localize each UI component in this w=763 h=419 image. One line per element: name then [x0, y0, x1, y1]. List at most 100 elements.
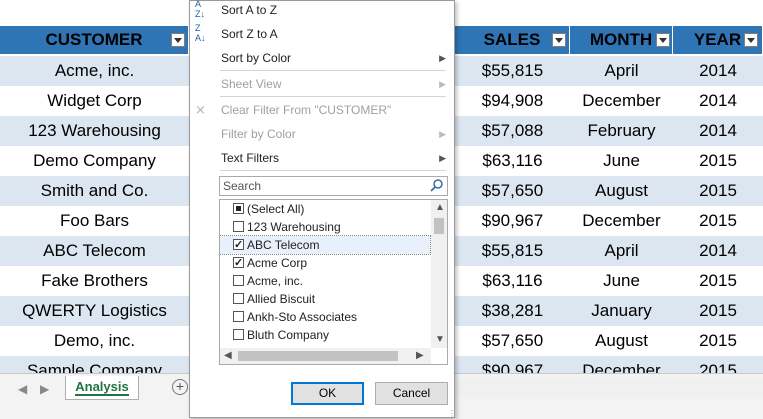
sales-cell[interactable]: $94,908 — [455, 86, 570, 116]
sheet-tab-label: Analysis — [75, 379, 129, 396]
sheet-tab-analysis[interactable]: Analysis — [65, 376, 139, 400]
header-customer-label: CUSTOMER — [45, 30, 143, 49]
year-cell[interactable]: 2015 — [673, 176, 763, 206]
year-cell[interactable]: 2015 — [673, 326, 763, 356]
sheet-view-item: Sheet View ▶ — [190, 72, 454, 96]
list-item[interactable]: Acme, inc. — [220, 272, 430, 290]
checkbox[interactable] — [233, 275, 244, 286]
year-cell[interactable]: 2014 — [673, 56, 763, 86]
search-input[interactable]: Search — [219, 176, 448, 196]
resize-grip-icon[interactable]: ⋮ — [448, 409, 456, 418]
year-cell[interactable]: 2015 — [673, 266, 763, 296]
customer-cell[interactable]: Foo Bars — [0, 206, 189, 236]
year-cell[interactable]: 2015 — [673, 206, 763, 236]
select-all-checkbox[interactable] — [233, 203, 244, 214]
list-item[interactable]: Bluth Company — [220, 326, 430, 344]
sales-cell[interactable]: $90,967 — [455, 206, 570, 236]
sales-cell[interactable]: $38,281 — [455, 296, 570, 326]
customer-cell[interactable]: Smith and Co. — [0, 176, 189, 206]
list-item[interactable]: (Select All) — [220, 200, 430, 218]
month-cell[interactable]: December — [570, 206, 673, 236]
month-cell[interactable]: December — [570, 356, 673, 373]
checkbox[interactable] — [233, 329, 244, 340]
ok-button[interactable]: OK — [291, 382, 364, 405]
sheet-view-label: Sheet View — [221, 77, 282, 91]
year-cell[interactable]: 2014 — [673, 86, 763, 116]
filter-dropdown-customer[interactable] — [171, 33, 185, 47]
checkbox[interactable] — [233, 311, 244, 322]
scroll-left-icon[interactable]: ◀ — [224, 350, 232, 361]
sales-cell[interactable]: $55,815 — [455, 56, 570, 86]
month-cell[interactable]: June — [570, 146, 673, 176]
filter-dropdown-sales[interactable] — [552, 33, 566, 47]
checkbox[interactable] — [233, 221, 244, 232]
customer-cell[interactable]: Demo, inc. — [0, 326, 189, 356]
month-cell[interactable]: January — [570, 296, 673, 326]
checkbox[interactable] — [233, 254, 244, 272]
submenu-arrow-icon: ▶ — [439, 53, 446, 63]
year-cell[interactable]: 2014 — [673, 116, 763, 146]
list-item[interactable]: ABC Telecom — [220, 235, 431, 255]
customer-cell[interactable]: Acme, inc. — [0, 56, 189, 86]
month-cell[interactable]: August — [570, 326, 673, 356]
horizontal-scrollbar[interactable] — [455, 379, 763, 397]
filter-dropdown-year[interactable] — [744, 33, 758, 47]
header-year-label: YEAR — [693, 30, 742, 49]
year-cell[interactable]: 2015 — [673, 296, 763, 326]
sort-a-to-z-item[interactable]: A Z↓ Sort A to Z — [190, 0, 454, 22]
scroll-up-icon[interactable]: ▲ — [435, 202, 445, 213]
sales-cell[interactable]: $57,088 — [455, 116, 570, 146]
tab-scroll-left-icon[interactable]: ◀ — [18, 382, 27, 396]
customer-cell[interactable]: Widget Corp — [0, 86, 189, 116]
submenu-arrow-icon: ▶ — [439, 79, 446, 89]
list-item[interactable]: Acme Corp — [220, 254, 430, 272]
filter-by-color-label: Filter by Color — [221, 127, 296, 141]
customer-cell[interactable]: 123 Warehousing — [0, 116, 189, 146]
month-cell[interactable]: April — [570, 56, 673, 86]
customer-cell[interactable]: Demo Company — [0, 146, 189, 176]
sort-by-color-label: Sort by Color — [221, 51, 292, 65]
sales-cell[interactable]: $63,116 — [455, 146, 570, 176]
year-cell[interactable]: 2015 — [673, 356, 763, 373]
plus-circle-icon[interactable]: + — [172, 379, 188, 395]
cancel-button[interactable]: Cancel — [375, 382, 448, 405]
customer-cell[interactable]: QWERTY Logistics — [0, 296, 189, 326]
list-item-label: Allied Biscuit — [247, 292, 316, 306]
checkbox[interactable] — [233, 293, 244, 304]
sort-by-color-item[interactable]: Sort by Color ▶ — [190, 46, 454, 70]
sales-cell[interactable]: $55,815 — [455, 236, 570, 266]
customer-cell[interactable]: Sample Company — [0, 356, 189, 373]
list-item-label: (Select All) — [247, 202, 305, 216]
checkbox[interactable] — [233, 236, 244, 254]
header-month: MONTH — [570, 26, 673, 54]
year-cell[interactable]: 2014 — [673, 236, 763, 266]
sort-a-to-z-label: Sort A to Z — [221, 3, 278, 17]
sales-cell[interactable]: $57,650 — [455, 326, 570, 356]
month-cell[interactable]: February — [570, 116, 673, 146]
search-icon — [430, 178, 444, 197]
month-cell[interactable]: August — [570, 176, 673, 206]
scroll-thumb[interactable] — [238, 351, 398, 361]
sort-z-to-a-item[interactable]: Z A↓ Sort Z to A — [190, 22, 454, 46]
list-item[interactable]: Allied Biscuit — [220, 290, 430, 308]
header-year: YEAR — [673, 26, 763, 54]
filter-dropdown-month[interactable] — [656, 33, 670, 47]
sales-cell[interactable]: $57,650 — [455, 176, 570, 206]
scroll-down-icon[interactable]: ▼ — [435, 334, 445, 345]
scroll-right-icon[interactable]: ▶ — [416, 350, 424, 361]
list-item[interactable]: Ankh-Sto Associates — [220, 308, 430, 326]
sales-cell[interactable]: $90,967 — [455, 356, 570, 373]
month-cell[interactable]: April — [570, 236, 673, 266]
customer-cell[interactable]: Fake Brothers — [0, 266, 189, 296]
year-cell[interactable]: 2015 — [673, 146, 763, 176]
customer-cell[interactable]: ABC Telecom — [0, 236, 189, 266]
list-item[interactable]: 123 Warehousing — [220, 218, 430, 236]
tab-scroll-right-icon[interactable]: ▶ — [40, 382, 49, 396]
list-vertical-scrollbar[interactable]: ▲ ▼ — [431, 200, 447, 348]
list-horizontal-scrollbar[interactable]: ◀ ▶ — [220, 348, 431, 364]
text-filters-item[interactable]: Text Filters ▶ — [190, 146, 454, 170]
scroll-thumb[interactable] — [434, 218, 444, 234]
month-cell[interactable]: December — [570, 86, 673, 116]
month-cell[interactable]: June — [570, 266, 673, 296]
sales-cell[interactable]: $63,116 — [455, 266, 570, 296]
